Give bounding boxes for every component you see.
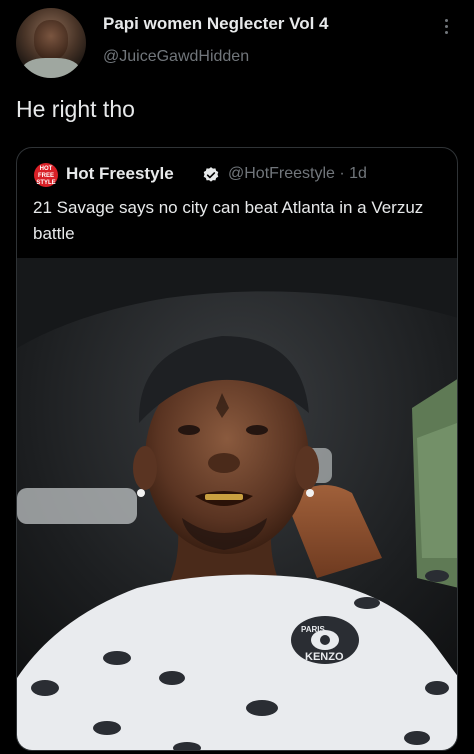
logo-text: HOT FREE STYLE	[36, 166, 56, 186]
avatar-shirt	[22, 58, 80, 78]
quoted-tweet[interactable]: HOT FREE STYLE Hot Freestyle @HotFreesty…	[16, 147, 458, 751]
author-avatar[interactable]	[16, 8, 86, 78]
author-display-name[interactable]: Papi women Neglecter Vol 4	[103, 14, 328, 34]
shirt-kenzo-text: KENZO	[305, 651, 344, 663]
quoted-avatar-logo[interactable]: HOT FREE STYLE	[34, 163, 58, 187]
avatar-face	[34, 20, 68, 60]
verified-badge-icon	[203, 167, 219, 182]
shirt-paris-text: PARIS	[301, 625, 326, 634]
quoted-display-name[interactable]: Hot Freestyle	[66, 164, 174, 184]
quoted-handle-time: @HotFreestyle · 1d	[228, 165, 367, 182]
more-vertical-icon[interactable]	[438, 16, 454, 40]
tweet-text: He right tho	[16, 96, 135, 122]
author-handle[interactable]: @JuiceGawdHidden	[103, 48, 249, 66]
quoted-text: 21 Savage says no city can beat Atlanta …	[33, 198, 424, 243]
quoted-photo[interactable]: PARIS KENZO	[17, 258, 458, 751]
